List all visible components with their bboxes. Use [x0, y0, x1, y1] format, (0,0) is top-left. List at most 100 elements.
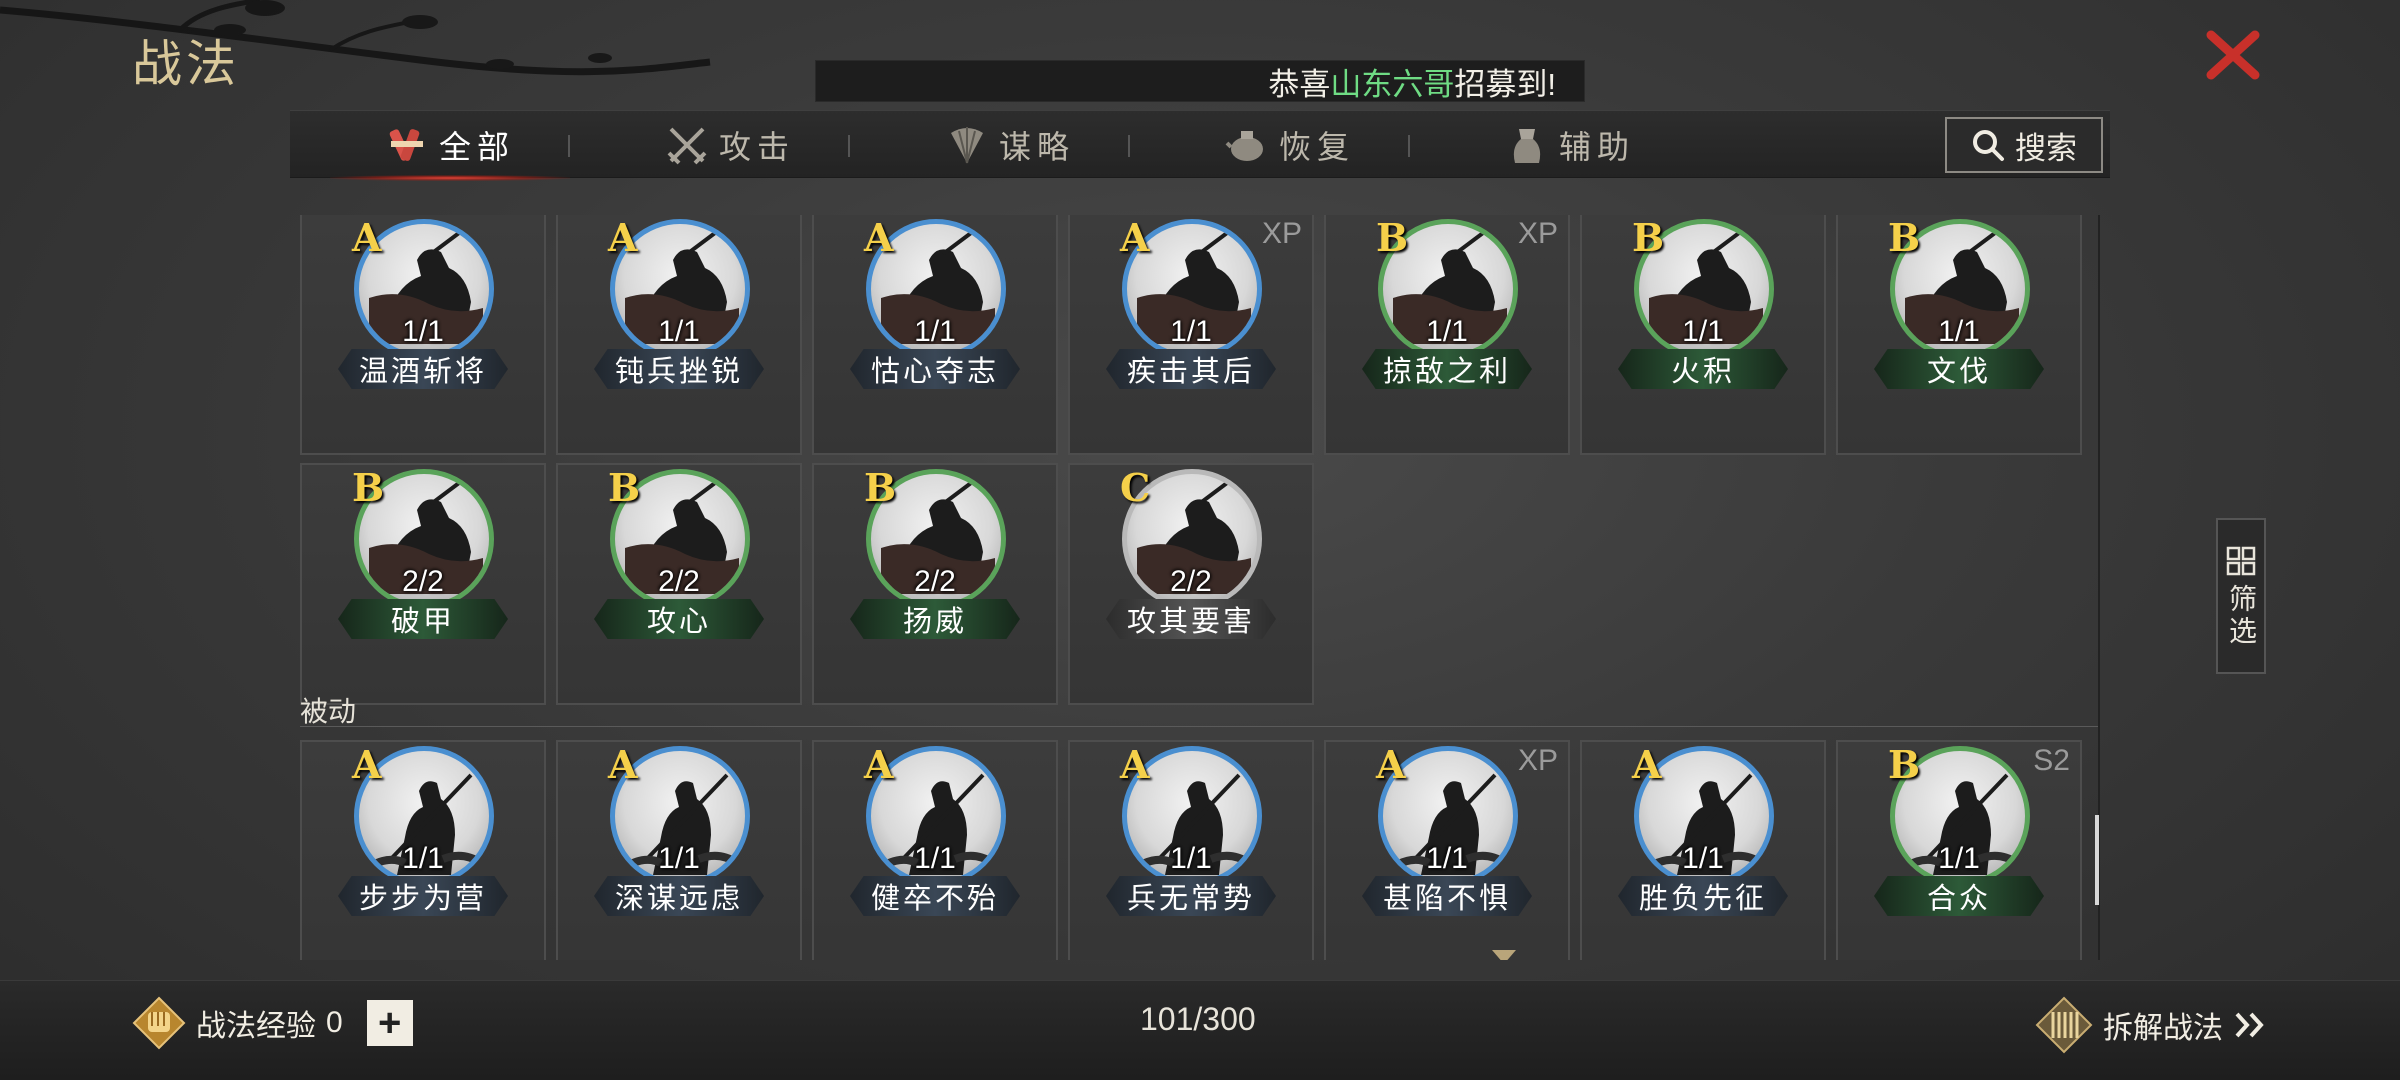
ticker-prefix: 恭喜	[1268, 66, 1331, 102]
skill-name: 健卒不殆	[850, 876, 1020, 916]
scrollbar-thumb[interactable]	[2095, 815, 2099, 905]
tab-strategy[interactable]: 谋略	[870, 111, 1150, 179]
skill-card[interactable]: B XP 1/1 掠敌之利	[1324, 215, 1570, 455]
skill-grade: B	[1888, 742, 1921, 787]
supply-bag-icon	[1513, 129, 1541, 163]
skill-card[interactable]: B S2 1/1 合众	[1836, 740, 2082, 960]
ink-branch-decoration	[0, 0, 711, 76]
skill-exp: 战法经验 0 +	[132, 996, 413, 1050]
add-exp-button[interactable]: +	[366, 1000, 413, 1046]
tab-divider	[1128, 135, 1130, 157]
skill-card[interactable]: A 1/1 胜负先征	[1580, 740, 1826, 960]
ticker-suffix: 招募到!	[1454, 66, 1556, 102]
skill-grade: B	[1888, 215, 1921, 260]
scroll-bundle-icon	[389, 129, 423, 161]
skill-card[interactable]: A 1/1 步步为营	[300, 740, 546, 960]
skill-count: 1/1	[658, 842, 700, 875]
skill-name: 温酒斩将	[338, 349, 508, 389]
skill-count: 1/1	[1938, 315, 1980, 348]
search-button[interactable]: 搜索	[1945, 117, 2103, 173]
skill-grade: A	[608, 742, 638, 787]
skill-name: 兵无常势	[1106, 876, 1276, 916]
skill-count: 1/1	[402, 842, 444, 875]
search-label: 搜索	[2015, 130, 2077, 166]
skill-name: 攻其要害	[1106, 599, 1276, 639]
skill-grade: B	[1376, 215, 1409, 260]
filter-grid-icon	[2226, 546, 2256, 576]
skill-name: 攻心	[594, 599, 764, 639]
tab-support[interactable]: 辅助	[1430, 111, 1710, 179]
skill-count: 1/1	[1682, 842, 1724, 875]
skill-count: 2/2	[1170, 565, 1212, 598]
skill-grade: A	[1120, 215, 1150, 260]
skill-count: 2/2	[658, 565, 700, 598]
skill-count: 2/2	[914, 565, 956, 598]
skill-grid: A 1/1 温酒斩将 A 1/1 钝兵挫锐 A 1/1 怙心夺志 A XP 1/1 疾击其后 B XP 1/1…	[300, 215, 2100, 960]
skill-grade: A	[1632, 742, 1662, 787]
skill-card[interactable]: A 1/1 健卒不殆	[812, 740, 1058, 960]
skill-card[interactable]: B 2/2 破甲	[300, 463, 546, 705]
skill-name: 火积	[1618, 349, 1788, 389]
page-title: 战法	[132, 35, 240, 93]
skill-card[interactable]: A 1/1 深谋远虑	[556, 740, 802, 960]
skill-grade: A	[1376, 742, 1406, 787]
skill-grade: A	[608, 215, 638, 260]
skill-card[interactable]: C 2/2 攻其要害	[1068, 463, 1314, 705]
dismantle-scroll-icon	[2035, 996, 2093, 1054]
announcement-ticker: 恭喜 山东六哥 招募到!	[815, 60, 1585, 102]
skill-name: 步步为营	[338, 876, 508, 916]
skill-card[interactable]: B 1/1 文伐	[1836, 215, 2082, 455]
skill-name: 怙心夺志	[850, 349, 1020, 389]
skill-card[interactable]: A 1/1 兵无常势	[1068, 740, 1314, 960]
skill-count: 1/1	[914, 315, 956, 348]
tab-attack-label: 攻击	[718, 129, 795, 165]
skill-card[interactable]: A 1/1 怙心夺志	[812, 215, 1058, 455]
footer-bar: 战法经验 0 + 101/300 拆解战法	[0, 980, 2400, 1080]
dismantle-skill-button[interactable]: 拆解战法	[2035, 996, 2267, 1054]
skill-capacity: 101/300	[1140, 1001, 1256, 1037]
tab-divider	[1408, 135, 1410, 157]
tab-support-label: 辅助	[1558, 129, 1635, 165]
close-button[interactable]	[2200, 26, 2266, 84]
tab-divider	[568, 135, 570, 157]
tab-all-label: 全部	[438, 129, 515, 165]
skill-grade: A	[352, 215, 382, 260]
tab-recovery[interactable]: 恢复	[1150, 111, 1430, 179]
skill-name: 深谋远虑	[594, 876, 764, 916]
skill-grade: A	[864, 742, 894, 787]
skill-card[interactable]: A 1/1 温酒斩将	[300, 215, 546, 455]
skill-count: 1/1	[658, 315, 700, 348]
tab-recovery-label: 恢复	[1278, 129, 1355, 165]
tab-attack[interactable]: 攻击	[590, 111, 870, 179]
skill-tag: XP	[1517, 217, 1558, 250]
skill-grade: B	[1632, 215, 1665, 260]
skill-grade: C	[1120, 465, 1151, 510]
search-icon	[1973, 130, 2004, 161]
skill-name: 掠敌之利	[1362, 349, 1532, 389]
skill-grade: A	[1120, 742, 1150, 787]
skill-card[interactable]: B 1/1 火积	[1580, 215, 1826, 455]
skill-count: 1/1	[1682, 315, 1724, 348]
skill-grade: B	[608, 465, 641, 510]
tab-divider	[848, 135, 850, 157]
skill-grade: A	[352, 742, 382, 787]
skill-name: 甚陷不惧	[1362, 876, 1532, 916]
ticker-player-name: 山东六哥	[1330, 66, 1455, 102]
skill-name: 胜负先征	[1618, 876, 1788, 916]
skill-grade: B	[864, 465, 897, 510]
skill-card[interactable]: B 2/2 攻心	[556, 463, 802, 705]
tab-all[interactable]: 全部	[310, 111, 590, 181]
skill-card[interactable]: A XP 1/1 疾击其后	[1068, 215, 1314, 455]
exp-fist-icon	[132, 996, 186, 1050]
category-tabbar: 全部 攻击 谋略 恢复 辅助 搜索	[290, 110, 2110, 181]
feather-fan-icon	[950, 127, 983, 164]
skill-tag: S2	[2033, 744, 2070, 777]
skill-card[interactable]: A XP 1/1 甚陷不惧	[1324, 740, 1570, 960]
crossed-swords-icon	[667, 127, 707, 165]
exp-label: 战法经验	[196, 1010, 316, 1043]
filter-button[interactable]: 筛选	[2216, 518, 2266, 674]
skill-name: 扬威	[850, 599, 1020, 639]
skill-card[interactable]: A 1/1 钝兵挫锐	[556, 215, 802, 455]
skill-tag: XP	[1517, 744, 1558, 777]
skill-card[interactable]: B 2/2 扬威	[812, 463, 1058, 705]
